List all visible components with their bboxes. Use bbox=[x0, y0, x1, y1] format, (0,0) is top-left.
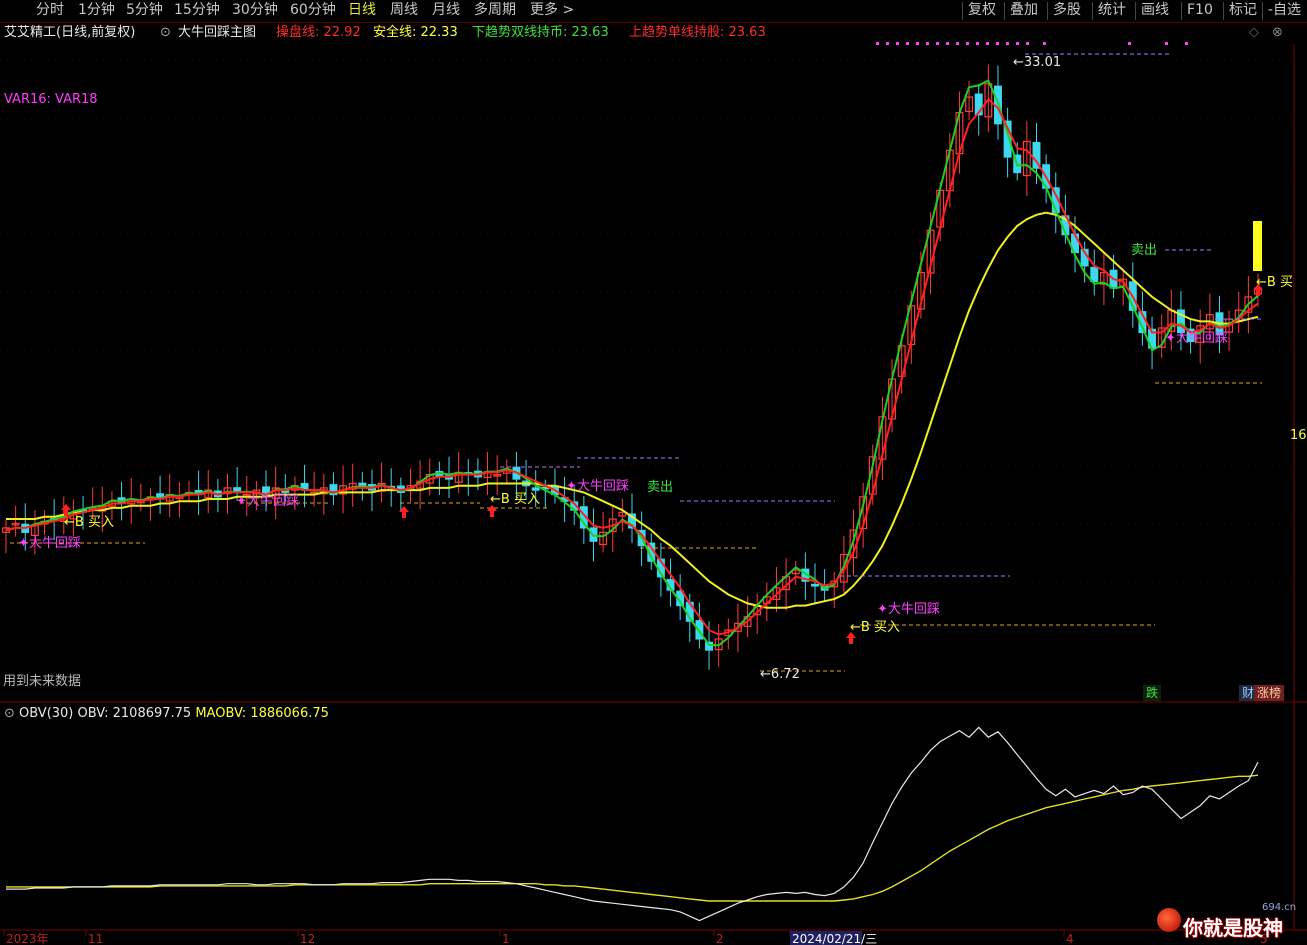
trend-line bbox=[5, 79, 1259, 647]
maobv-value: MAOBV: 1886066.75 bbox=[195, 706, 329, 721]
signal-bar bbox=[1253, 221, 1262, 271]
top-dot-marker bbox=[986, 42, 989, 45]
x-axis-label: 11 bbox=[88, 932, 103, 945]
maobv-line bbox=[6, 774, 1259, 902]
sell-signal-label: 卖出 bbox=[647, 480, 673, 495]
top-dot-marker bbox=[996, 42, 999, 45]
top-dot-marker bbox=[906, 42, 909, 45]
top-dot-marker bbox=[946, 42, 949, 45]
operate-line bbox=[5, 97, 1259, 636]
obv-value: OBV: 2108697.75 bbox=[77, 706, 192, 721]
top-dot-marker bbox=[916, 42, 919, 45]
buy-signal-label: ←B 买入 bbox=[850, 620, 900, 635]
pattern-signal-label: ✦大牛回踩 bbox=[877, 602, 940, 617]
watermark-text: 你就是股神 bbox=[1183, 916, 1283, 940]
obv-title[interactable]: OBV(30) bbox=[19, 706, 73, 721]
x-axis-label: 4 bbox=[1066, 932, 1074, 945]
pattern-signal-label: ✦大牛回踩 bbox=[236, 494, 299, 509]
top-dot-marker bbox=[966, 42, 969, 45]
top-dot-marker bbox=[926, 42, 929, 45]
die-badge[interactable]: 跌 bbox=[1143, 685, 1162, 701]
top-dot-marker bbox=[896, 42, 899, 45]
x-axis-label: 1 bbox=[502, 932, 510, 945]
var-label: VAR16: VAR18 bbox=[4, 92, 98, 107]
kline-chart[interactable]: ←33.01←6.72←B 买入←B 买入←B 买入←B 买卖出卖出✦大牛回踩✦… bbox=[0, 0, 1307, 945]
x-axis-label: 12 bbox=[300, 932, 315, 945]
x-axis-label: 2023年 bbox=[6, 932, 49, 945]
obv-line bbox=[6, 726, 1259, 922]
obv-header: ⊙ OBV(30) OBV: 2108697.75 MAOBV: 1886066… bbox=[4, 705, 329, 723]
x-axis-label: 2 bbox=[716, 932, 724, 945]
top-dot-marker bbox=[1185, 42, 1188, 45]
price-axis-label: 16 bbox=[1290, 428, 1307, 443]
top-dot-marker bbox=[1043, 42, 1046, 45]
buy-signal-label: ←B 买入 bbox=[490, 492, 540, 507]
obv-settings-icon[interactable]: ⊙ bbox=[4, 706, 15, 721]
pattern-signal-label: ✦大牛回踩 bbox=[1165, 331, 1228, 346]
top-dot-marker bbox=[1016, 42, 1019, 45]
top-dot-marker bbox=[1128, 42, 1131, 45]
buy-signal-label: ←B 买入 bbox=[64, 515, 114, 530]
top-dot-marker bbox=[936, 42, 939, 45]
x-axis-label: 2024/02/21/三 bbox=[792, 932, 877, 945]
pattern-signal-label: ✦大牛回踩 bbox=[18, 536, 81, 551]
top-dot-marker bbox=[1006, 42, 1009, 45]
top-dot-marker bbox=[886, 42, 889, 45]
zhangbang-badge[interactable]: 涨榜 bbox=[1254, 685, 1285, 701]
flame-logo-icon bbox=[1157, 908, 1181, 932]
top-dot-marker bbox=[876, 42, 879, 45]
top-dot-marker bbox=[976, 42, 979, 45]
candle-body[interactable] bbox=[811, 583, 819, 587]
pattern-signal-label: ✦大牛回踩 bbox=[566, 479, 629, 494]
sell-signal-label: 卖出 bbox=[1131, 243, 1157, 258]
high-price-marker: ←33.01 bbox=[1013, 55, 1061, 70]
candle-body[interactable] bbox=[1090, 266, 1099, 282]
low-price-marker: ←6.72 bbox=[760, 667, 800, 682]
top-dot-marker bbox=[1026, 42, 1029, 45]
top-dot-marker bbox=[956, 42, 959, 45]
buy-signal-label: ←B 买 bbox=[1256, 275, 1293, 290]
candle-body[interactable] bbox=[531, 487, 540, 491]
future-data-note: 用到未来数据 bbox=[3, 674, 82, 689]
top-dot-marker bbox=[1165, 42, 1168, 45]
safe-line bbox=[6, 211, 1259, 609]
